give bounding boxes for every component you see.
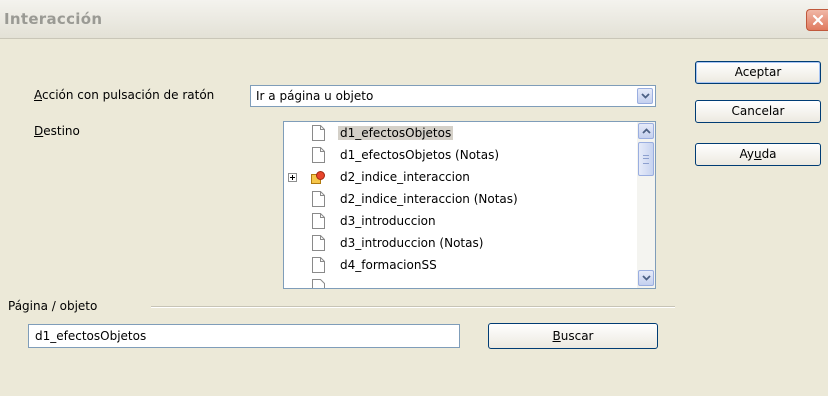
scroll-up-button[interactable] (638, 123, 654, 139)
action-select-value: Ir a página u objeto (256, 89, 374, 103)
tree-item-label: d2_indice_interaccion (340, 170, 470, 184)
document-icon (312, 279, 325, 288)
tree-item[interactable]: d2_indice_interaccion (Notas) (284, 189, 634, 211)
cancel-button[interactable]: Cancelar (695, 100, 821, 123)
tree-item[interactable]: d3_introduccion (284, 211, 634, 233)
help-button[interactable]: Ayuda (695, 143, 821, 166)
action-label: Acción con pulsación de ratón (34, 88, 215, 102)
objects-icon (311, 171, 325, 187)
search-button[interactable]: Buscar (488, 323, 658, 349)
close-button[interactable] (806, 9, 828, 31)
tree-item[interactable]: d3_introduccion (Notas) (284, 233, 634, 255)
tree-item-label: d1_efectosObjetos (338, 126, 454, 140)
tree-item-label: d3_introduccion (Notas) (340, 236, 484, 250)
tree-item[interactable]: d1_efectosObjetos (Notas) (284, 145, 634, 167)
document-icon (312, 125, 325, 144)
tree-item-label: d4_formacionSS (340, 258, 437, 272)
tree-item[interactable]: d4_formacionSS (284, 255, 634, 277)
scroll-thumb[interactable] (638, 142, 654, 176)
title-bar: Interacción (0, 0, 828, 39)
document-icon (312, 213, 325, 232)
destination-tree[interactable]: d1_efectosObjetos d1_efectosObjetos (Not… (283, 121, 656, 289)
action-select-dropdown-button[interactable] (637, 88, 653, 104)
tree-item[interactable]: d2_indice_interaccion (284, 167, 634, 189)
tree-item[interactable]: d1_efectosObjetos (284, 123, 634, 145)
page-object-field[interactable] (28, 324, 460, 348)
document-icon (312, 235, 325, 254)
action-select[interactable]: Ir a página u objeto (250, 85, 656, 107)
tree-item[interactable] (284, 277, 634, 288)
document-icon (312, 147, 325, 166)
tree-item-label: d3_introduccion (340, 214, 436, 228)
page-object-group-label: Página / objeto (8, 299, 98, 313)
tree-item-label: d2_indice_interaccion (Notas) (340, 192, 518, 206)
scroll-down-button[interactable] (638, 270, 654, 286)
vertical-scrollbar[interactable] (637, 122, 655, 288)
document-icon (312, 191, 325, 210)
expand-icon[interactable] (288, 173, 297, 182)
document-icon (312, 257, 325, 276)
dialog-title: Interacción (4, 10, 103, 28)
tree-item-label: d1_efectosObjetos (Notas) (340, 148, 500, 162)
ok-button[interactable]: Aceptar (695, 61, 821, 84)
page-object-input[interactable] (29, 325, 459, 347)
destination-label: Destino (34, 124, 80, 138)
group-divider (151, 306, 675, 308)
